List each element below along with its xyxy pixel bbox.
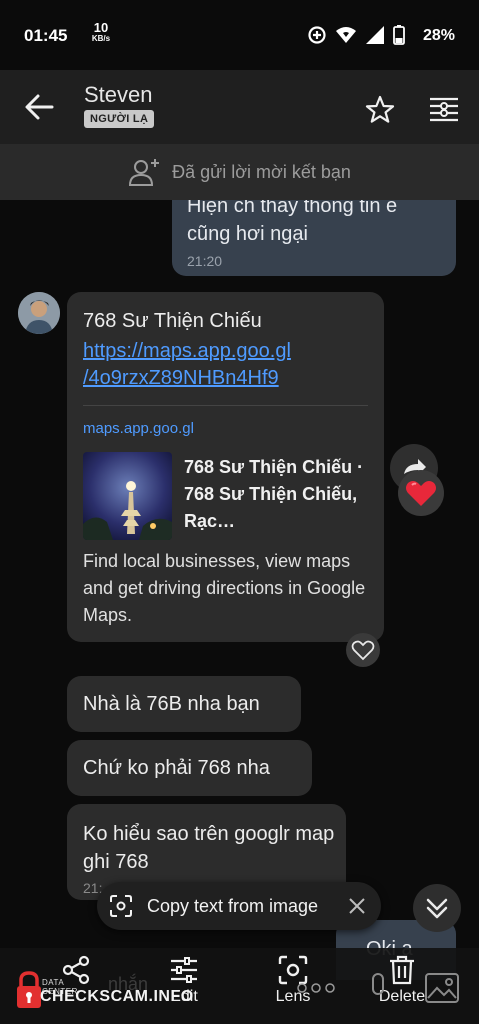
copy-text-label: Copy text from image (147, 896, 319, 916)
link-divider (83, 405, 368, 406)
close-icon[interactable] (347, 896, 367, 916)
heart-outline-icon (351, 640, 375, 661)
status-bar: 01:45 10 KB/s 28% (0, 0, 479, 70)
contact-name[interactable]: Steven (84, 82, 153, 108)
scroll-to-bottom-button[interactable] (413, 884, 461, 932)
battery-icon (393, 25, 405, 45)
edit-button[interactable]: Edit (144, 948, 224, 1024)
message-text: Hiện ch thấy thông tin e cũng hơi ngại (187, 195, 398, 245)
checkscam-watermark: DATA CENTER CHECKSCAM.INFO (14, 970, 193, 1015)
preview-thumbnail[interactable] (83, 452, 172, 540)
copy-text-from-image-chip[interactable]: Copy text from image (97, 882, 381, 930)
text-scan-icon (110, 895, 132, 917)
pagoda-image (83, 452, 172, 540)
battery-percent: 28% (422, 27, 455, 44)
microphone-icon[interactable] (368, 972, 388, 1006)
more-dots-icon[interactable] (296, 982, 336, 994)
preview-domain[interactable]: maps.app.goo.gl (83, 420, 194, 437)
add-friend-icon (129, 159, 160, 186)
message-time: 21:20 (187, 253, 223, 269)
signal-icon (366, 26, 384, 44)
star-icon (365, 95, 395, 123)
heart-icon (406, 481, 436, 506)
network-speed: 10 KB/s (86, 20, 116, 44)
contact-avatar[interactable] (18, 292, 60, 334)
link-url[interactable]: https://maps.app.goo.gl /4o9rzxZ89NHBn4H… (83, 338, 373, 392)
sliders-icon (171, 957, 197, 983)
avatar-image (18, 292, 60, 334)
preview-description: Find local businesses, view maps and get… (83, 551, 366, 625)
chat-header: Steven NGƯỜI LẠ (0, 70, 479, 144)
react-button[interactable] (346, 633, 380, 667)
watermark-title: CHECKSCAM.INFO (40, 988, 194, 1005)
gallery-icon[interactable] (424, 972, 460, 1004)
status-time: 01:45 (24, 26, 68, 45)
incoming-message[interactable]: Chứ ko phải 768 nha (67, 740, 312, 796)
back-arrow-icon (25, 94, 54, 120)
double-chevron-down-icon (426, 898, 448, 919)
settings-list-icon (430, 97, 458, 122)
friend-request-text: Đã gửi lời mời kết bạn (172, 161, 351, 182)
trash-icon (390, 955, 414, 985)
message-text: Ko hiểu sao trên googlr map ghi 768 (83, 823, 335, 873)
friend-request-banner[interactable]: Đã gửi lời mời kết bạn (0, 144, 479, 200)
status-icons (307, 24, 405, 46)
data-saver-icon (308, 26, 326, 44)
options-menu-button[interactable] (428, 94, 460, 126)
favorite-button[interactable] (364, 94, 396, 126)
link-message[interactable]: 768 Sư Thiện Chiếu https://maps.app.goo.… (67, 292, 384, 642)
link-message-title: 768 Sư Thiện Chiếu (83, 310, 262, 332)
network-speed-value: 10 (93, 20, 109, 35)
preview-title: 768 Sư Thiện Chiếu · 768 Sư Thiện Chiếu,… (184, 457, 364, 531)
heart-reaction[interactable] (398, 470, 444, 516)
back-button[interactable] (22, 92, 60, 122)
incoming-message[interactable]: Nhà là 76B nha bạn (67, 676, 301, 732)
stranger-badge: NGƯỜI LẠ (84, 110, 155, 128)
wifi-icon (336, 27, 356, 43)
network-speed-unit: KB/s (91, 34, 111, 43)
